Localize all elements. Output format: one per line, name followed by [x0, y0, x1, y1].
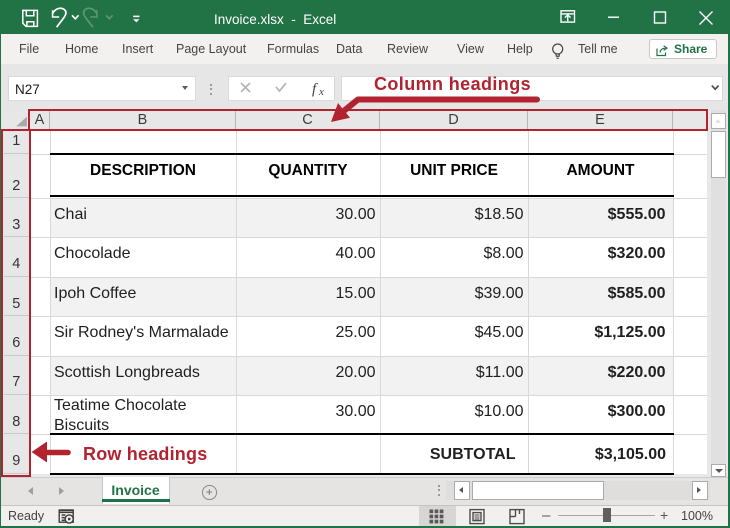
svg-text:x: x — [318, 86, 324, 98]
svg-text:f: f — [312, 82, 318, 98]
